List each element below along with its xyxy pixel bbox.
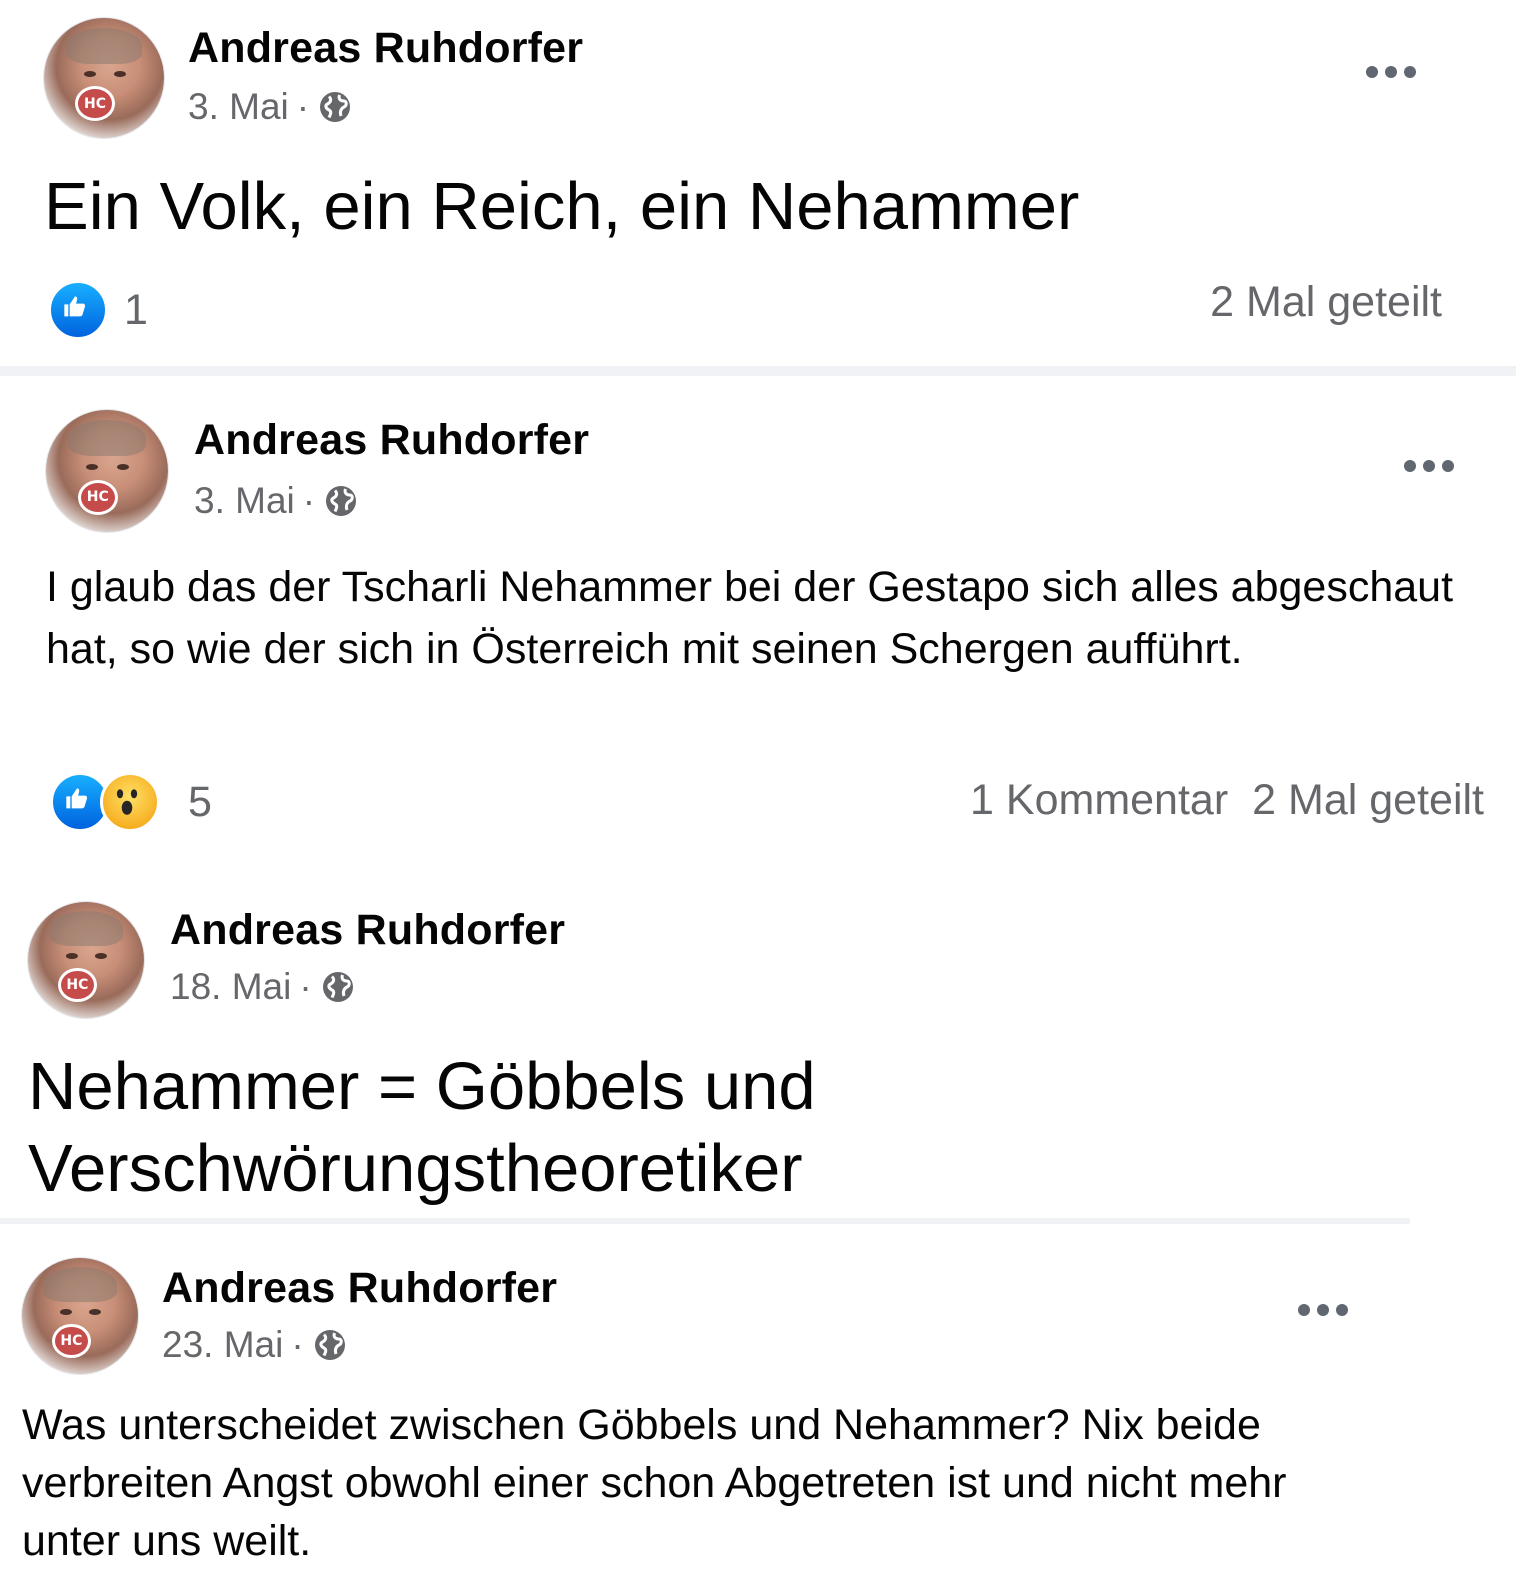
- post-meta: 3. Mai ·: [194, 480, 359, 522]
- post-text: Ein Volk, ein Reich, ein Nehammer: [44, 169, 1080, 244]
- post-divider: [0, 1218, 1410, 1224]
- meta-separator: ·: [302, 480, 316, 521]
- like-reaction-icon: [48, 280, 108, 340]
- reactions-summary[interactable]: 1: [48, 280, 148, 340]
- reaction-count: 1: [124, 285, 148, 334]
- reaction-count: 5: [188, 777, 212, 826]
- post-date[interactable]: 23. Mai: [162, 1324, 283, 1366]
- share-count[interactable]: 2 Mal geteilt: [1210, 278, 1442, 327]
- wow-reaction-icon: [100, 772, 160, 832]
- post-1: HC Andreas Ruhdorfer 3. Mai · Ein Volk, …: [0, 0, 1516, 370]
- post-stats: 5 1 Kommentar 2 Mal geteilt: [0, 772, 1516, 836]
- author-name[interactable]: Andreas Ruhdorfer: [194, 416, 589, 465]
- post-text: I glaub das der Tscharli Nehammer bei de…: [46, 563, 1454, 673]
- share-count[interactable]: 2 Mal geteilt: [1252, 776, 1484, 825]
- author-name[interactable]: Andreas Ruhdorfer: [170, 906, 565, 955]
- author-name[interactable]: Andreas Ruhdorfer: [162, 1264, 557, 1313]
- more-options-button[interactable]: [1298, 1304, 1348, 1316]
- author-avatar[interactable]: HC: [22, 1258, 138, 1374]
- post-text-line-1: Nehammer = Göbbels und: [28, 1049, 816, 1124]
- author-avatar[interactable]: HC: [28, 902, 144, 1018]
- post-date[interactable]: 18. Mai: [170, 966, 291, 1008]
- post-meta: 23. Mai ·: [162, 1324, 348, 1366]
- author-avatar[interactable]: HC: [44, 18, 164, 138]
- post-text-line-3: unter uns weilt.: [22, 1517, 312, 1565]
- post-4: HC Andreas Ruhdorfer 23. Mai · Was unter…: [0, 1240, 1516, 1584]
- post-meta: 18. Mai ·: [170, 966, 356, 1008]
- author-name[interactable]: Andreas Ruhdorfer: [188, 24, 583, 73]
- comment-count[interactable]: 1 Kommentar: [970, 776, 1228, 825]
- globe-icon: [322, 972, 353, 1002]
- reactions-summary[interactable]: 5: [50, 772, 212, 832]
- globe-icon: [320, 92, 351, 122]
- globe-icon: [326, 486, 357, 516]
- hc-badge: HC: [52, 1323, 91, 1358]
- post-3: HC Andreas Ruhdorfer 18. Mai · Nehammer …: [0, 886, 1516, 1226]
- author-avatar[interactable]: HC: [46, 410, 168, 532]
- post-2: HC Andreas Ruhdorfer 3. Mai · I glaub da…: [0, 376, 1516, 856]
- post-date[interactable]: 3. Mai: [188, 86, 289, 128]
- post-date[interactable]: 3. Mai: [194, 480, 295, 522]
- hc-badge: HC: [77, 479, 118, 515]
- meta-separator: ·: [296, 86, 310, 127]
- meta-separator: ·: [291, 1324, 304, 1365]
- post-meta: 3. Mai ·: [188, 86, 353, 128]
- more-options-button[interactable]: [1366, 66, 1416, 78]
- post-stats: 1 2 Mal geteilt: [0, 278, 1516, 342]
- globe-icon: [314, 1330, 345, 1360]
- meta-separator: ·: [299, 966, 312, 1007]
- hc-badge: HC: [58, 967, 97, 1002]
- hc-badge: HC: [75, 86, 115, 122]
- post-divider: [0, 366, 1516, 376]
- post-text-line-2: verbreiten Angst obwohl einer schon Abge…: [22, 1459, 1287, 1507]
- post-text-line-2: Verschwörungstheoretiker: [28, 1131, 803, 1206]
- post-text-line-1: Was unterscheidet zwischen Göbbels und N…: [22, 1401, 1261, 1449]
- more-options-button[interactable]: [1404, 460, 1454, 472]
